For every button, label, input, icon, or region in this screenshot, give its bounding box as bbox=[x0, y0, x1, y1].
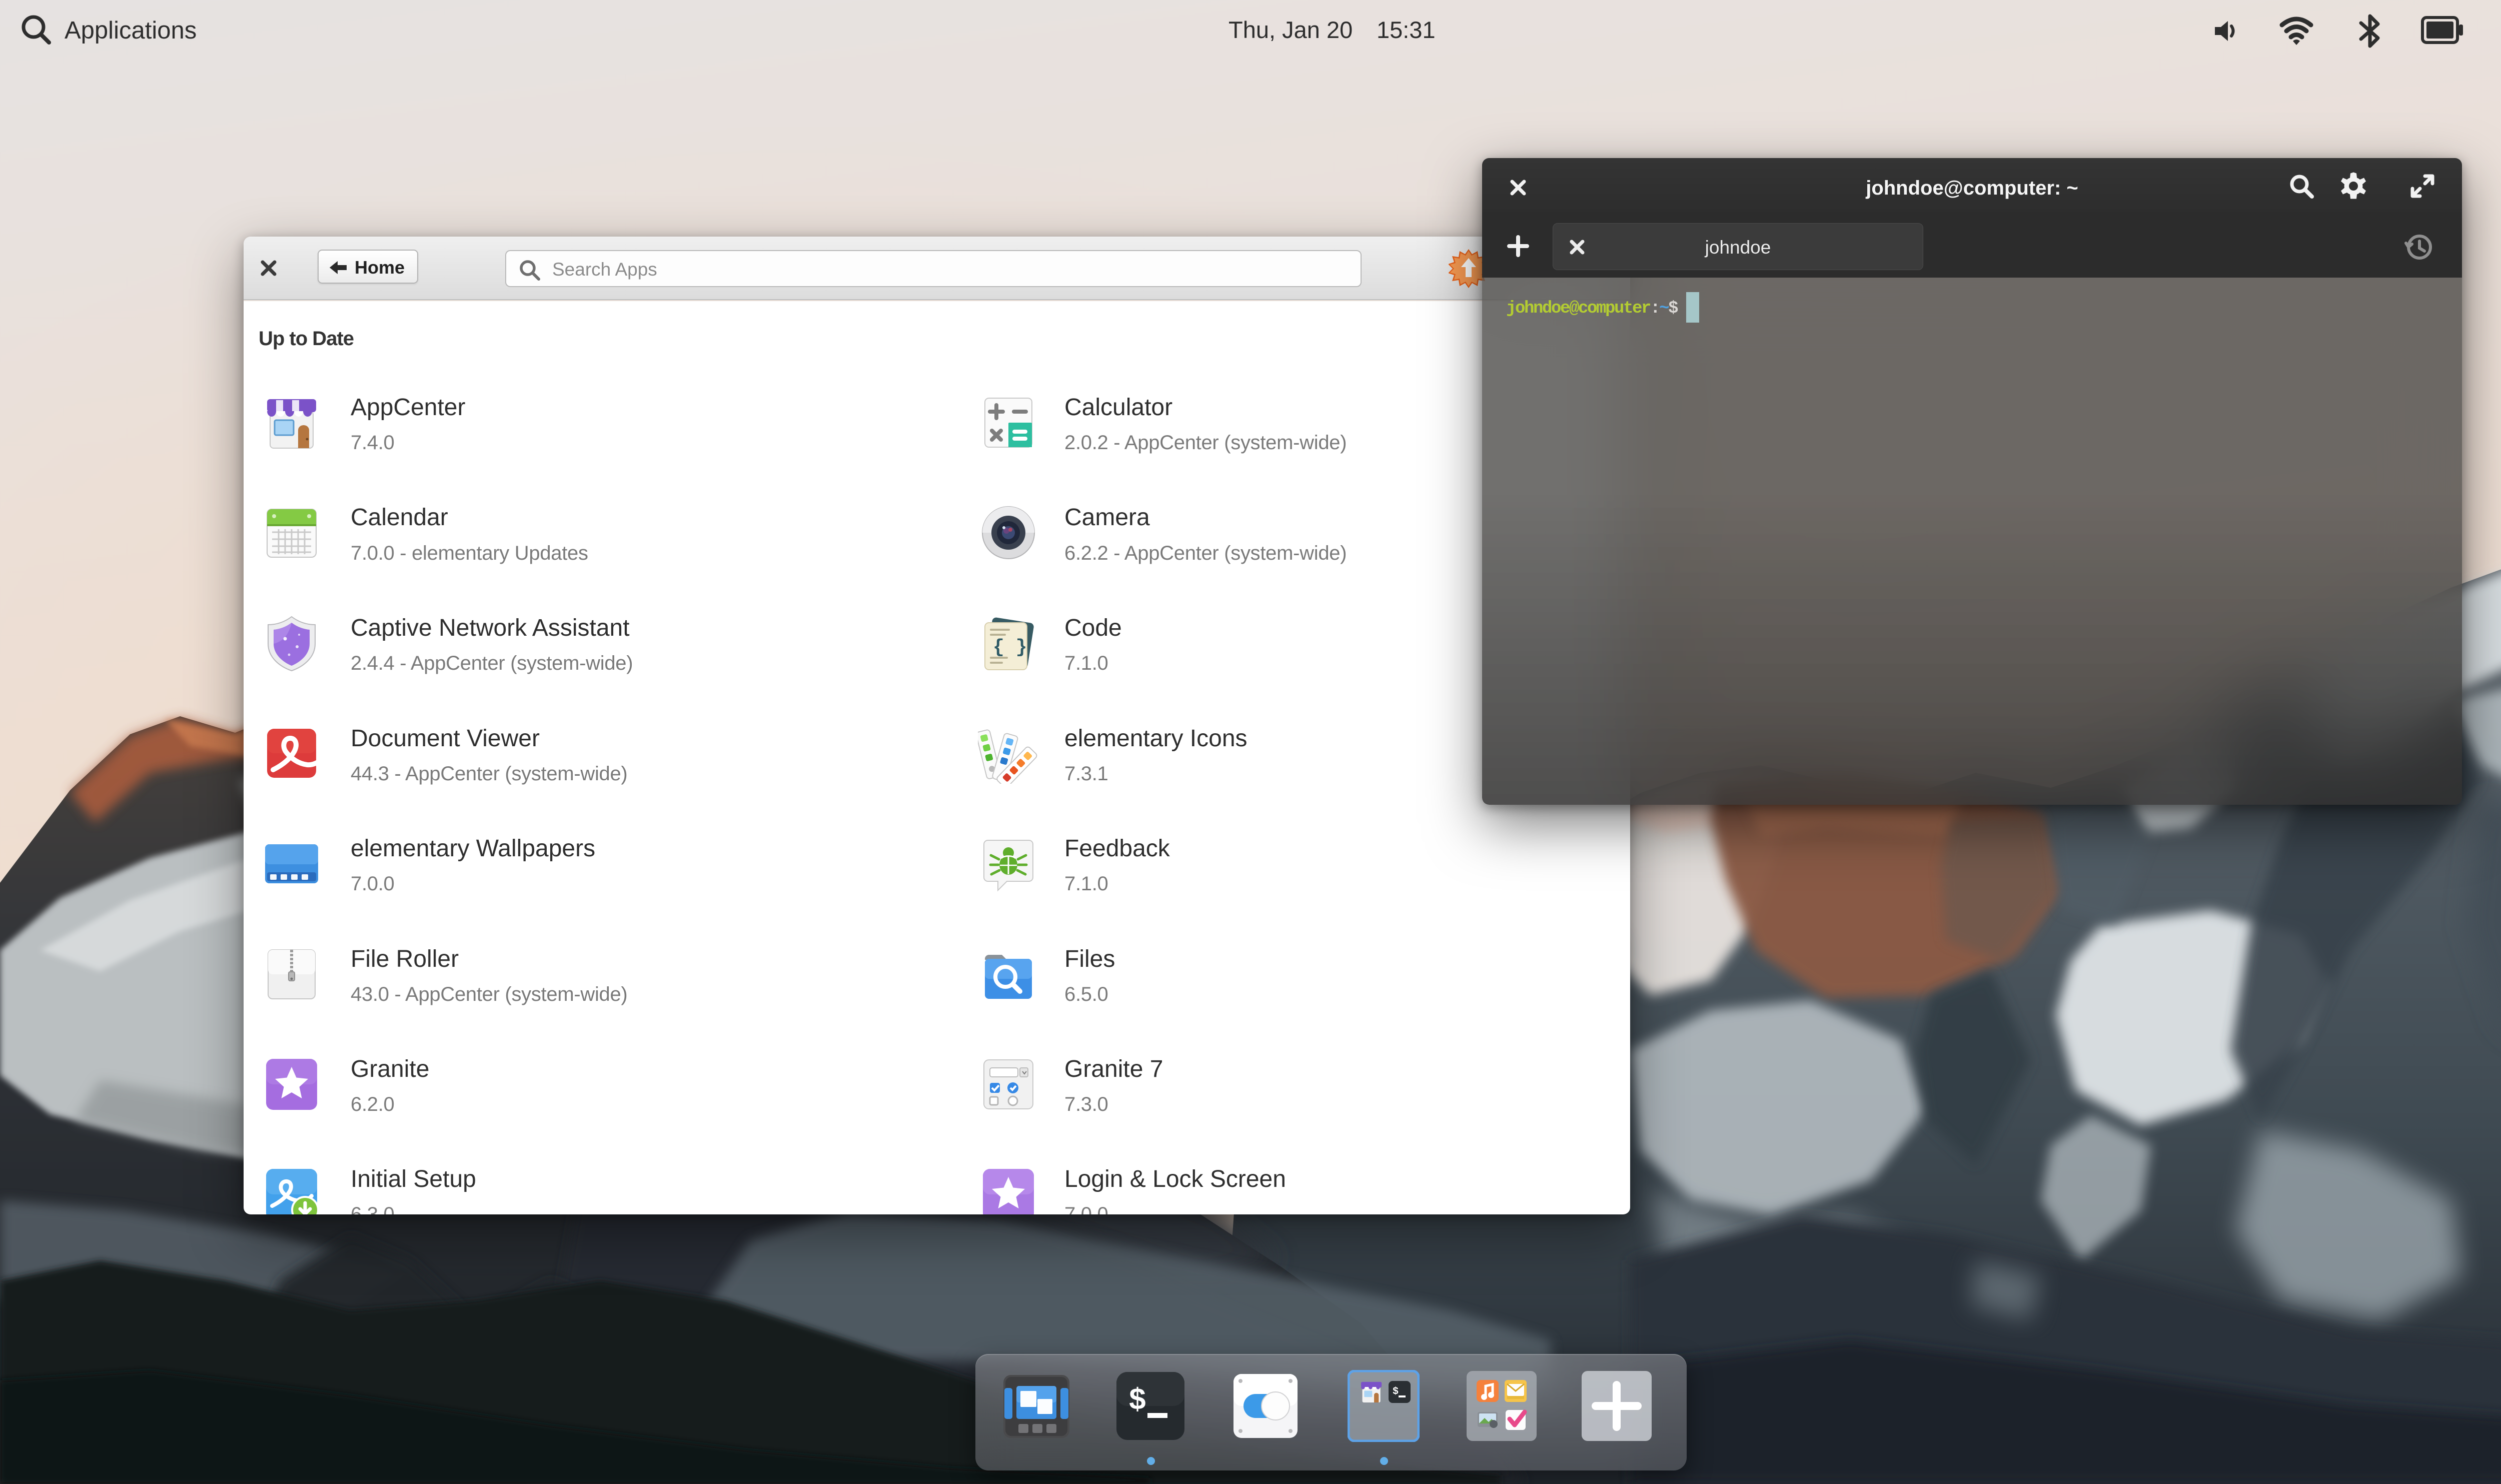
svg-text:$: $ bbox=[1393, 1386, 1399, 1397]
svg-text:$: $ bbox=[1128, 1384, 1146, 1418]
svg-text:{ }: { } bbox=[993, 637, 1027, 658]
